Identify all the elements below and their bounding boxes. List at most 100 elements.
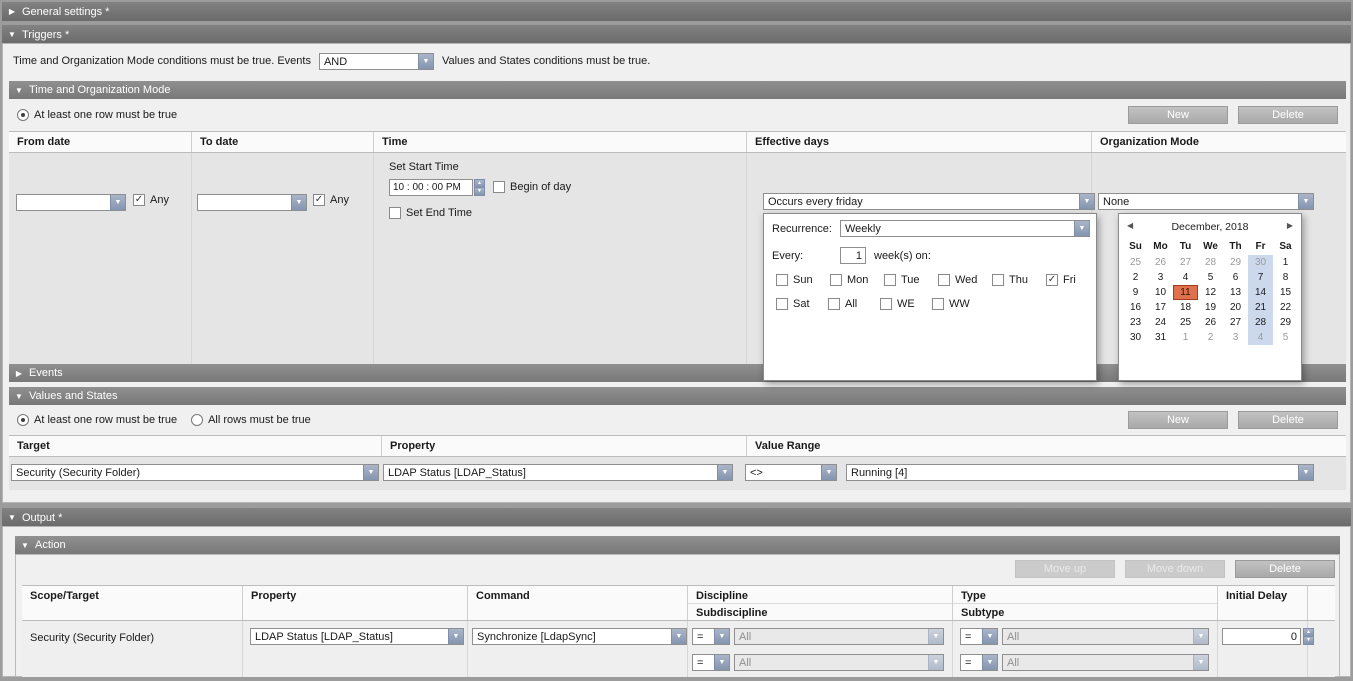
spinner-down-icon[interactable]: ▼	[475, 187, 484, 195]
chevron-down-icon[interactable]: ▼	[982, 629, 997, 644]
spinner-up-icon[interactable]: ▲	[1304, 629, 1313, 636]
chevron-down-icon[interactable]: ▼	[9, 86, 29, 95]
calendar-day[interactable]: 31	[1148, 330, 1173, 345]
chevron-down-icon[interactable]: ▼	[448, 629, 463, 644]
calendar-day[interactable]: 1	[1273, 255, 1298, 270]
calendar-day[interactable]: 3	[1223, 330, 1248, 345]
chevron-down-icon[interactable]: ▼	[1074, 221, 1089, 236]
calendar-day[interactable]: 29	[1273, 315, 1298, 330]
checkbox-icon[interactable]	[1046, 274, 1058, 286]
subdiscipline-dropdown[interactable]: All ▼	[734, 654, 944, 671]
every-input[interactable]: 1	[840, 247, 866, 264]
action-property-dropdown[interactable]: LDAP Status [LDAP_Status] ▼	[250, 628, 464, 645]
chevron-down-icon[interactable]: ▼	[821, 465, 836, 480]
calendar-day[interactable]: 8	[1273, 270, 1298, 285]
vs-property-dropdown[interactable]: LDAP Status [LDAP_Status] ▼	[383, 464, 733, 481]
vs-delete-button[interactable]: Delete	[1238, 411, 1338, 429]
time-org-delete-button[interactable]: Delete	[1238, 106, 1338, 124]
organization-mode-dropdown[interactable]: None ▼	[1098, 193, 1314, 210]
to-date-dropdown[interactable]: ▼	[197, 194, 307, 211]
type-operator-dropdown[interactable]: = ▼	[960, 628, 998, 645]
recurrence-day-sun-checkbox[interactable]: Sun	[776, 274, 830, 286]
calendar-day[interactable]: 25	[1123, 255, 1148, 270]
calendar-day[interactable]: 28	[1248, 315, 1273, 330]
chevron-down-icon[interactable]: ▼	[1298, 194, 1313, 209]
spinner-up-icon[interactable]: ▲	[475, 180, 484, 187]
chevron-down-icon[interactable]: ▼	[717, 465, 732, 480]
time-org-new-button[interactable]: New	[1128, 106, 1228, 124]
recurrence-day-ww-checkbox[interactable]: WW	[932, 298, 984, 310]
discipline-dropdown[interactable]: All ▼	[734, 628, 944, 645]
calendar-day[interactable]: 24	[1148, 315, 1173, 330]
calendar-day[interactable]: 21	[1248, 300, 1273, 315]
calendar-day[interactable]: 7	[1248, 270, 1273, 285]
calendar-day[interactable]: 2	[1123, 270, 1148, 285]
checkbox-icon[interactable]	[776, 274, 788, 286]
checkbox-icon[interactable]	[389, 207, 401, 219]
calendar-day[interactable]: 3	[1148, 270, 1173, 285]
set-end-time-checkbox[interactable]: Set End Time	[389, 207, 472, 219]
discipline-operator-dropdown[interactable]: = ▼	[692, 628, 730, 645]
calendar-day[interactable]: 20	[1223, 300, 1248, 315]
calendar-day[interactable]: 23	[1123, 315, 1148, 330]
calendar-day[interactable]: 13	[1223, 285, 1248, 300]
section-header-output[interactable]: ▼ Output *	[2, 508, 1351, 527]
calendar-day[interactable]: 30	[1248, 255, 1273, 270]
vs-new-button[interactable]: New	[1128, 411, 1228, 429]
chevron-down-icon[interactable]: ▼	[671, 629, 686, 644]
recurrence-day-thu-checkbox[interactable]: Thu	[992, 274, 1046, 286]
from-date-dropdown[interactable]: ▼	[16, 194, 126, 211]
vs-rule-one-radio[interactable]: At least one row must be true	[17, 414, 177, 426]
calendar-day[interactable]: 6	[1223, 270, 1248, 285]
checkbox-icon[interactable]	[776, 298, 788, 310]
subsection-header-action[interactable]: ▼ Action	[15, 536, 1340, 554]
recurrence-day-fri-checkbox[interactable]: Fri	[1046, 274, 1100, 286]
radio-icon[interactable]	[191, 414, 203, 426]
recurrence-day-tue-checkbox[interactable]: Tue	[884, 274, 938, 286]
checkbox-icon[interactable]	[313, 194, 325, 206]
action-command-dropdown[interactable]: Synchronize [LdapSync] ▼	[472, 628, 687, 645]
chevron-down-icon[interactable]: ▼	[2, 30, 22, 39]
events-operator-dropdown[interactable]: AND ▼	[319, 53, 434, 70]
start-time-input[interactable]: 10 : 00 : 00 PM	[389, 179, 473, 196]
subtype-dropdown[interactable]: All ▼	[1002, 654, 1209, 671]
recurrence-day-we-checkbox[interactable]: WE	[880, 298, 932, 310]
calendar-day[interactable]: 5	[1198, 270, 1223, 285]
subsection-header-values-states[interactable]: ▼ Values and States	[9, 387, 1346, 405]
checkbox-icon[interactable]	[830, 274, 842, 286]
recurrence-day-all-checkbox[interactable]: All	[828, 298, 880, 310]
vs-operator-dropdown[interactable]: <> ▼	[745, 464, 837, 481]
action-delete-button[interactable]: Delete	[1235, 560, 1335, 578]
subdiscipline-operator-dropdown[interactable]: = ▼	[692, 654, 730, 671]
initial-delay-input[interactable]: 0	[1222, 628, 1301, 645]
checkbox-icon[interactable]	[884, 274, 896, 286]
calendar-day[interactable]: 15	[1273, 285, 1298, 300]
calendar-day[interactable]: 14	[1248, 285, 1273, 300]
checkbox-icon[interactable]	[133, 194, 145, 206]
section-header-triggers[interactable]: ▼ Triggers *	[2, 25, 1351, 44]
calendar-day[interactable]: 12	[1198, 285, 1223, 300]
chevron-down-icon[interactable]: ▼	[1298, 465, 1313, 480]
calendar-day[interactable]: 30	[1123, 330, 1148, 345]
chevron-down-icon[interactable]: ▼	[110, 195, 125, 210]
calendar-day[interactable]: 19	[1198, 300, 1223, 315]
subsection-header-time-org[interactable]: ▼ Time and Organization Mode	[9, 81, 1346, 99]
calendar-day[interactable]: 16	[1123, 300, 1148, 315]
subtype-operator-dropdown[interactable]: = ▼	[960, 654, 998, 671]
chevron-down-icon[interactable]: ▼	[1193, 629, 1208, 644]
calendar-day[interactable]: 26	[1148, 255, 1173, 270]
recurrence-day-sat-checkbox[interactable]: Sat	[776, 298, 828, 310]
type-dropdown[interactable]: All ▼	[1002, 628, 1209, 645]
calendar-day[interactable]: 18	[1173, 300, 1198, 315]
chevron-down-icon[interactable]: ▼	[714, 655, 729, 670]
chevron-right-icon[interactable]: ▶	[2, 7, 22, 16]
calendar-next-icon[interactable]: ▶	[1287, 221, 1293, 230]
calendar-day[interactable]: 10	[1148, 285, 1173, 300]
initial-delay-spinner[interactable]: ▲ ▼	[1303, 628, 1314, 645]
calendar-day[interactable]: 4	[1248, 330, 1273, 345]
checkbox-icon[interactable]	[932, 298, 944, 310]
recurrence-day-mon-checkbox[interactable]: Mon	[830, 274, 884, 286]
calendar-day[interactable]: 1	[1173, 330, 1198, 345]
vs-value-dropdown[interactable]: Running [4] ▼	[846, 464, 1314, 481]
chevron-down-icon[interactable]: ▼	[1079, 194, 1094, 209]
